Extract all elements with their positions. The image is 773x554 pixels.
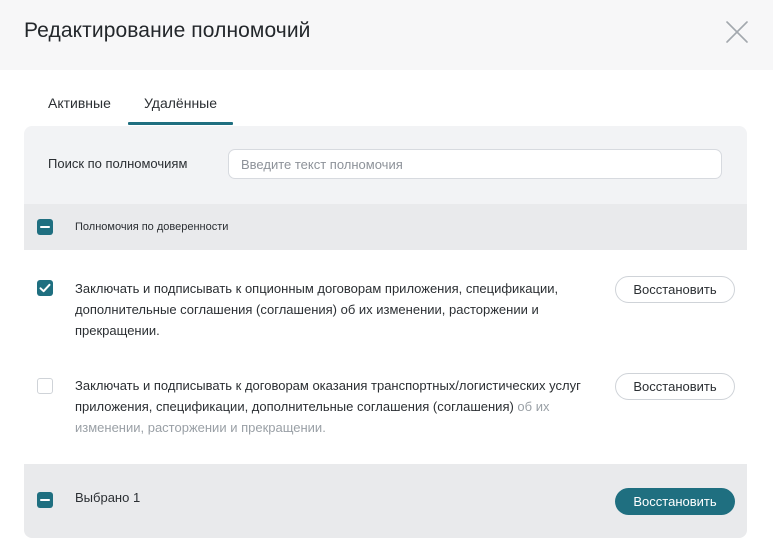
selected-count: Выбрано 1 xyxy=(75,490,141,505)
tab-deleted[interactable]: Удалённые xyxy=(144,95,217,111)
tabs: Активные Удалённые xyxy=(0,70,773,126)
search-row: Поиск по полномочиям xyxy=(24,126,747,204)
item-checkbox[interactable] xyxy=(37,378,53,394)
check-icon xyxy=(39,283,51,293)
minus-icon xyxy=(40,499,50,501)
tab-active[interactable]: Активные xyxy=(48,95,111,111)
restore-button[interactable]: Восстановить xyxy=(615,276,735,303)
restore-selected-button[interactable]: Восстановить xyxy=(615,488,735,515)
minus-icon xyxy=(40,226,50,228)
active-tab-indicator xyxy=(128,122,233,125)
restore-button[interactable]: Восстановить xyxy=(615,373,735,400)
select-all-checkbox[interactable] xyxy=(37,492,53,508)
group-label: Полномочия по доверенности xyxy=(75,221,229,233)
close-icon[interactable] xyxy=(724,19,750,45)
edit-permissions-modal: Редактирование полномочий Активные Удалё… xyxy=(0,0,773,554)
modal-header: Редактирование полномочий xyxy=(0,0,773,70)
item-checkbox[interactable] xyxy=(37,280,53,296)
selection-footer: Выбрано 1 Восстановить xyxy=(24,464,747,538)
permission-text: Заключать и подписывать к договорам оказ… xyxy=(75,375,595,438)
search-input[interactable] xyxy=(228,149,722,179)
permission-text: Заключать и подписывать к опционным дого… xyxy=(75,281,559,338)
permission-text-main: Заключать и подписывать к договорам оказ… xyxy=(75,378,581,414)
group-header: Полномочия по доверенности xyxy=(24,204,747,250)
permissions-panel: Поиск по полномочиям Полномочия по довер… xyxy=(24,126,747,538)
permission-item: Заключать и подписывать к договорам оказ… xyxy=(24,346,747,464)
search-label: Поиск по полномочиям xyxy=(48,156,188,171)
permission-item: Заключать и подписывать к опционным дого… xyxy=(24,250,747,346)
group-checkbox[interactable] xyxy=(37,219,53,235)
modal-title: Редактирование полномочий xyxy=(24,19,311,42)
